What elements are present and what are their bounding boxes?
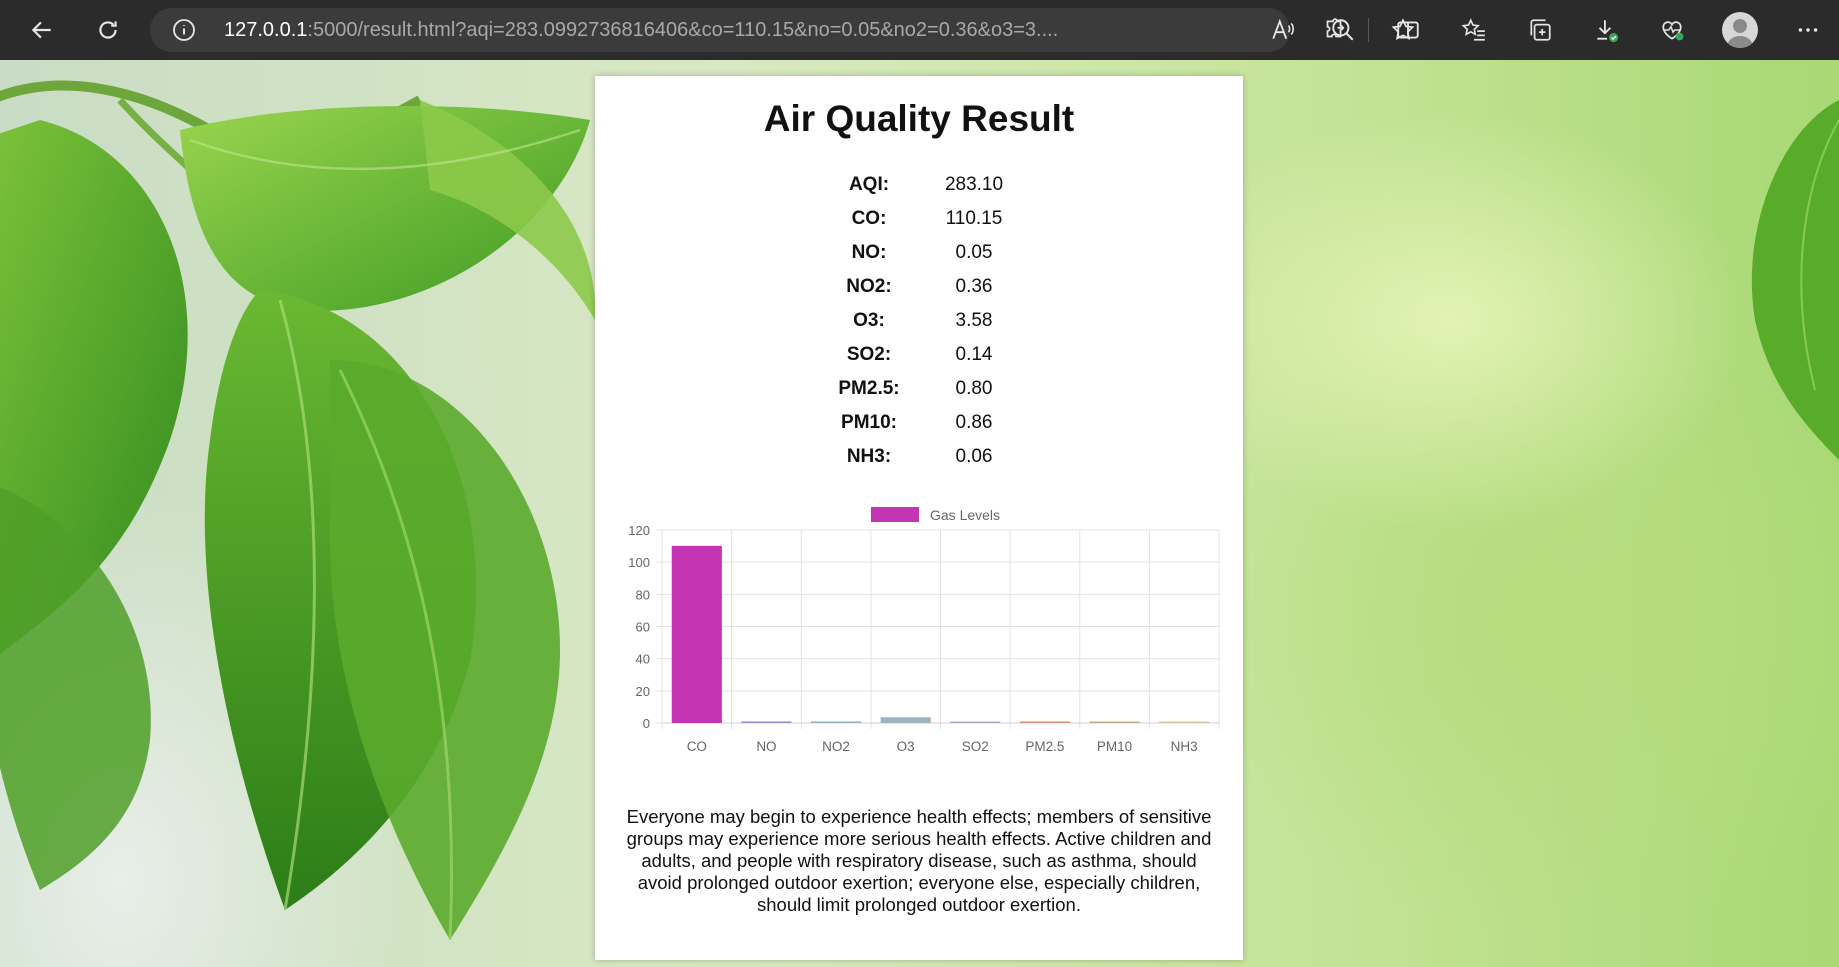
metric-row-pm25: PM2.5: 0.80	[595, 372, 1243, 406]
y-tick-label: 40	[636, 652, 650, 667]
metric-label: CO:	[851, 208, 887, 229]
bar-nh3	[1159, 721, 1210, 723]
url-path: :5000/result.html?aqi=283.0992736816406&…	[307, 19, 1059, 41]
more-dots-icon	[1798, 28, 1818, 32]
x-tick-label: PM2.5	[1025, 739, 1064, 754]
bar-pm10	[1089, 721, 1140, 723]
metric-value: 283.10	[944, 174, 1004, 195]
metrics-list: AQI: 283.10 CO: 110.15 NO: 0.05 NO2: 0.36 O3…	[595, 168, 1243, 474]
toolbar-divider	[1368, 18, 1369, 42]
back-arrow-icon	[31, 21, 51, 39]
x-tick-label: PM10	[1097, 739, 1132, 754]
refresh-button[interactable]	[88, 10, 128, 50]
x-tick-label: NH3	[1171, 739, 1198, 754]
metric-value: 0.36	[955, 276, 993, 297]
url-text[interactable]: 127.0.0.1:5000/result.html?aqi=283.09927…	[224, 8, 1249, 52]
metric-value: 110.15	[945, 208, 1003, 229]
collections-icon	[1530, 19, 1551, 41]
legend-label: Gas Levels	[930, 507, 1000, 523]
favorites-button[interactable]	[1454, 10, 1494, 50]
x-tick-label: SO2	[962, 739, 989, 754]
y-tick-label: 0	[643, 716, 650, 731]
bar-no	[741, 721, 792, 723]
metric-label: SO2:	[846, 344, 892, 365]
x-tick-label: CO	[687, 739, 707, 754]
metric-row-no: NO: 0.05	[595, 236, 1243, 270]
y-tick-label: 120	[628, 523, 650, 538]
metric-value: 0.06	[955, 446, 993, 467]
downloads-button[interactable]	[1586, 10, 1626, 50]
metric-label: NO:	[851, 242, 887, 263]
x-tick-label: NO2	[822, 739, 850, 754]
result-card: Air Quality Result AQI: 283.10 CO: 110.15 …	[595, 76, 1243, 960]
bar-o3	[880, 717, 931, 723]
metric-value: 3.58	[955, 310, 993, 331]
metric-row-pm10: PM10: 0.86	[595, 406, 1243, 440]
heart-pulse-icon	[1662, 21, 1684, 41]
page-title: Air Quality Result	[763, 98, 1075, 139]
health-advisory-text: Everyone may begin to experience health …	[626, 806, 1212, 915]
y-tick-label: 80	[636, 587, 650, 602]
bar-so2	[950, 721, 1001, 723]
url-host: 127.0.0.1	[224, 19, 308, 41]
y-tick-label: 20	[636, 684, 650, 699]
read-aloud-icon[interactable]	[1270, 17, 1296, 43]
split-screen-button[interactable]	[1388, 10, 1428, 50]
user-icon	[1726, 19, 1754, 48]
metric-label: NO2:	[846, 276, 892, 297]
site-info-icon[interactable]	[172, 18, 196, 42]
x-tick-label: NO	[756, 739, 776, 754]
bar-pm25	[1019, 721, 1071, 723]
metric-value: 0.05	[955, 242, 993, 263]
puzzle-icon	[1326, 18, 1344, 38]
metric-value: 0.80	[955, 378, 993, 399]
profile-avatar[interactable]	[1722, 12, 1758, 48]
refresh-icon	[99, 21, 117, 39]
bar-co	[671, 545, 722, 723]
split-screen-icon	[1397, 21, 1419, 39]
download-icon	[1597, 20, 1619, 43]
page-viewport: Air Quality Result AQI: 283.10 CO: 110.15 …	[0, 60, 1839, 967]
collections-button[interactable]	[1520, 10, 1560, 50]
metric-row-co: CO: 110.15	[595, 202, 1243, 236]
x-tick-label: O3	[897, 739, 915, 754]
browser-toolbar: 127.0.0.1:5000/result.html?aqi=283.09927…	[0, 0, 1839, 60]
metric-label: O3:	[853, 310, 885, 331]
y-tick-label: 100	[628, 555, 650, 570]
extensions-button[interactable]	[1314, 10, 1354, 50]
metric-row-aqi: AQI: 283.10	[595, 168, 1243, 202]
address-bar[interactable]: 127.0.0.1:5000/result.html?aqi=283.09927…	[150, 8, 1415, 52]
y-tick-label: 60	[636, 620, 650, 635]
browser-essentials-button[interactable]	[1652, 10, 1692, 50]
metric-label: NH3:	[846, 446, 892, 467]
settings-more-button[interactable]	[1788, 10, 1828, 50]
metric-row-nh3: NH3: 0.06	[595, 440, 1243, 474]
legend-swatch	[871, 507, 919, 522]
bar-no2	[810, 721, 862, 723]
metric-label: PM10:	[841, 412, 897, 433]
back-button[interactable]	[22, 10, 62, 50]
metric-row-o3: O3: 3.58	[595, 304, 1243, 338]
metric-value: 0.86	[955, 412, 993, 433]
metric-row-so2: SO2: 0.14	[595, 338, 1243, 372]
metric-row-no2: NO2: 0.36	[595, 270, 1243, 304]
metric-label: AQI:	[848, 174, 890, 195]
favorites-list-icon	[1461, 18, 1485, 41]
metric-value: 0.14	[955, 344, 993, 365]
metric-label: PM2.5:	[838, 378, 900, 399]
